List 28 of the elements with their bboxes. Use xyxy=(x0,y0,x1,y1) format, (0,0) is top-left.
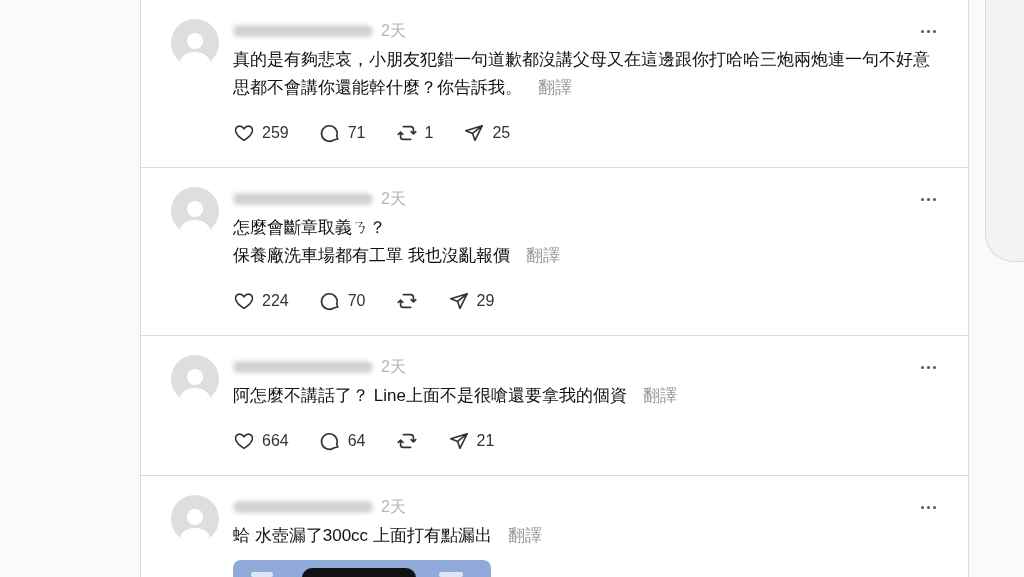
action-button[interactable]: 64 xyxy=(318,429,366,453)
action-button[interactable]: 259 xyxy=(233,121,289,145)
send-icon xyxy=(463,122,486,144)
action-button[interactable]: 21 xyxy=(447,429,495,453)
comment-icon xyxy=(318,122,341,144)
action-button[interactable]: 1 xyxy=(395,121,434,145)
action-button[interactable]: 664 xyxy=(233,429,289,453)
post-text: 蛤 水壺漏了300cc 上面打有點漏出 翻譯 xyxy=(233,525,543,547)
send-icon xyxy=(447,430,470,452)
heart-icon xyxy=(233,122,255,144)
post-time: 2天 xyxy=(381,497,406,517)
post-time: 2天 xyxy=(381,357,406,377)
post-time: 2天 xyxy=(381,21,406,41)
comment-icon xyxy=(318,290,341,312)
post-text: 保養廠洗車場都有工單 我也沒亂報價 翻譯 xyxy=(233,245,561,267)
post-text: 真的是有夠悲哀，小朋友犯錯一句道歉都沒講父母又在這邊跟你打哈哈三炮兩炮連一句不好意思都不會講你還能幹什麼？你告訴我。 翻譯 xyxy=(233,49,931,99)
action-button[interactable]: 25 xyxy=(463,121,511,145)
post-text: 阿怎麼不講話了？ Line上面不是很嗆還要拿我的個資 翻譯 xyxy=(233,385,678,407)
action-button[interactable]: 224 xyxy=(233,289,289,313)
comment-icon xyxy=(318,430,341,452)
send-icon xyxy=(447,290,470,312)
heart-icon xyxy=(233,430,255,452)
heart-icon xyxy=(233,290,255,312)
post-time: 2天 xyxy=(381,189,406,209)
action-button[interactable]: 70 xyxy=(318,289,366,313)
post-text: 怎麼會斷章取義ㄋ？ xyxy=(233,217,387,239)
action-button[interactable]: 71 xyxy=(318,121,366,145)
action-button[interactable]: 29 xyxy=(447,289,495,313)
